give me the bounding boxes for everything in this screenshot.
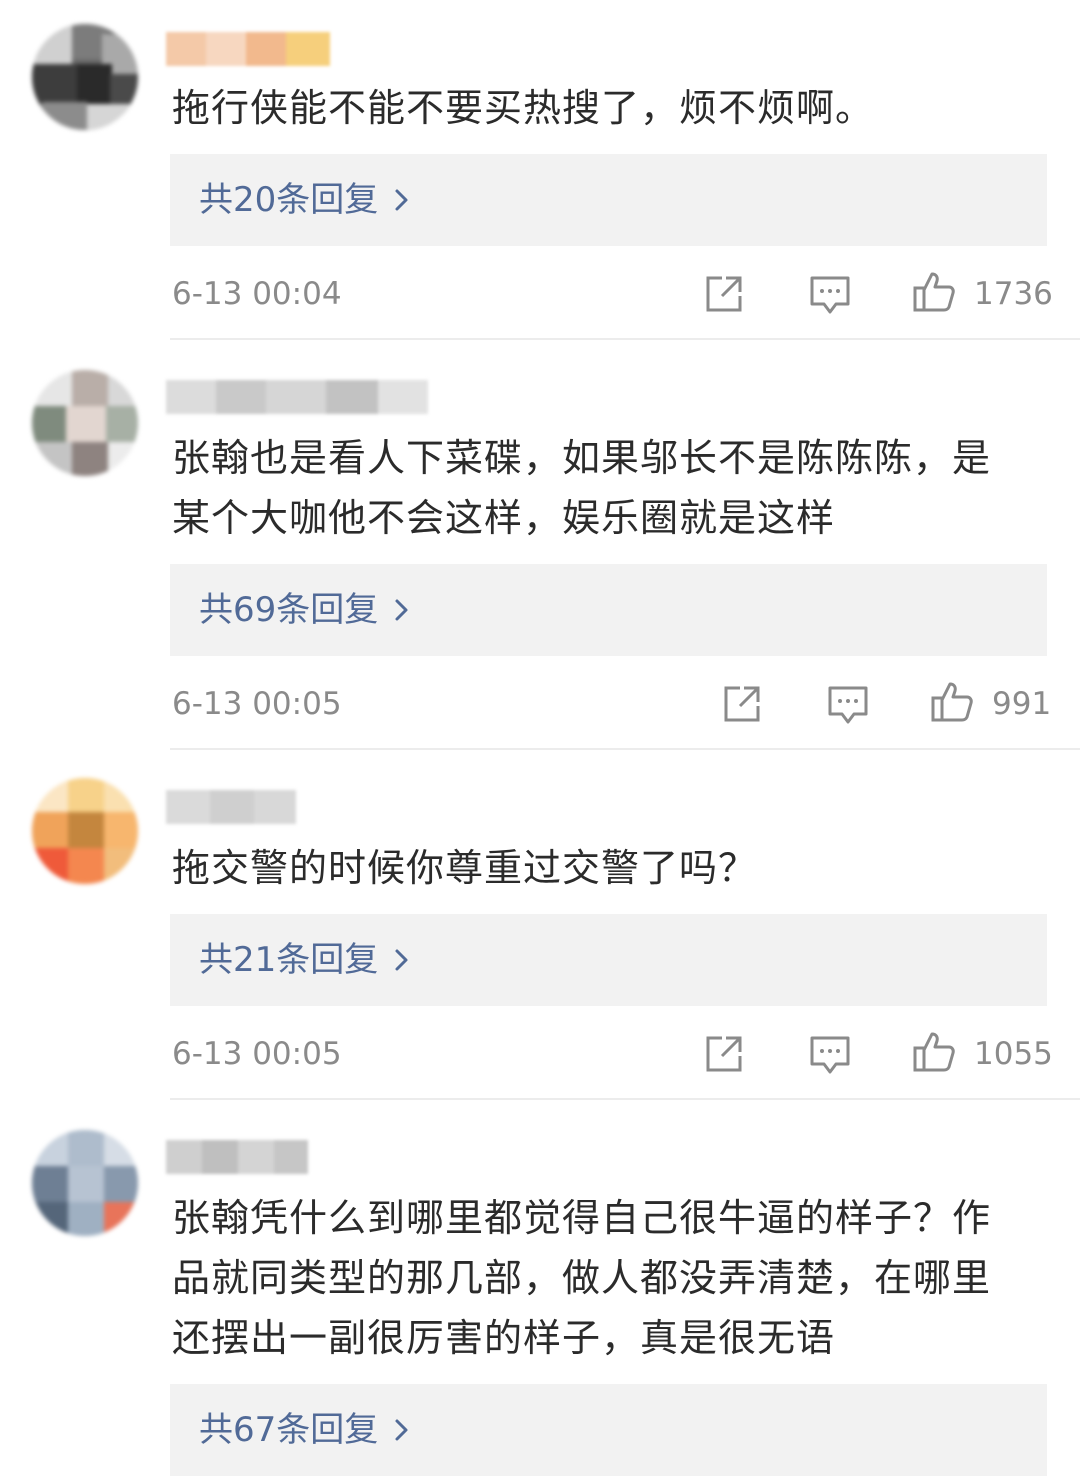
view-replies-button[interactable]: 共67条回复 (170, 1384, 1047, 1476)
comment-text: 张翰凭什么到哪里都觉得自己很牛逼的样子？作 品就同类型的那几部，做人都没弄清楚，… (172, 1196, 992, 1360)
timestamp: 6-13 00:05 (172, 686, 342, 722)
like-count: 991 (992, 686, 1052, 722)
share-icon[interactable] (704, 1034, 746, 1078)
avatar[interactable] (32, 778, 138, 884)
avatar[interactable] (32, 24, 138, 130)
share-icon[interactable] (704, 274, 746, 318)
avatar[interactable] (32, 1130, 138, 1236)
replies-count-label: 共21条回复 (199, 940, 379, 980)
timestamp: 6-13 00:04 (172, 276, 342, 312)
chevron-right-icon (394, 156, 410, 248)
like-count: 1736 (974, 276, 1053, 312)
comment-text: 拖行侠能不能不要买热搜了，烦不烦啊。 (172, 86, 875, 130)
comment-icon[interactable] (826, 684, 870, 730)
chevron-right-icon (394, 1386, 410, 1478)
view-replies-button[interactable]: 共20条回复 (170, 154, 1047, 246)
divider (170, 338, 1080, 340)
username-blurred[interactable] (166, 380, 428, 414)
like-count: 1055 (974, 1036, 1053, 1072)
comment-text: 拖交警的时候你尊重过交警了吗？ (172, 846, 758, 890)
replies-count-label: 共20条回复 (199, 180, 379, 220)
thumbs-up-icon[interactable] (912, 1030, 956, 1078)
username-blurred[interactable] (166, 1140, 308, 1174)
timestamp: 6-13 00:05 (172, 1036, 342, 1072)
share-icon[interactable] (722, 684, 764, 728)
username-blurred[interactable] (166, 790, 296, 824)
chevron-right-icon (394, 566, 410, 658)
comment-icon[interactable] (808, 1034, 852, 1080)
view-replies-button[interactable]: 共69条回复 (170, 564, 1047, 656)
divider (170, 748, 1080, 750)
username-blurred[interactable] (166, 32, 330, 66)
replies-count-label: 共69条回复 (199, 590, 379, 630)
divider (170, 1098, 1080, 1100)
replies-count-label: 共67条回复 (199, 1410, 379, 1450)
comment-text: 张翰也是看人下菜碟，如果邬长不是陈陈陈，是 某个大咖他不会这样，娱乐圈就是这样 (172, 436, 992, 540)
comment-icon[interactable] (808, 274, 852, 320)
thumbs-up-icon[interactable] (912, 270, 956, 318)
view-replies-button[interactable]: 共21条回复 (170, 914, 1047, 1006)
thumbs-up-icon[interactable] (930, 680, 974, 728)
chevron-right-icon (394, 916, 410, 1008)
avatar[interactable] (32, 370, 138, 476)
